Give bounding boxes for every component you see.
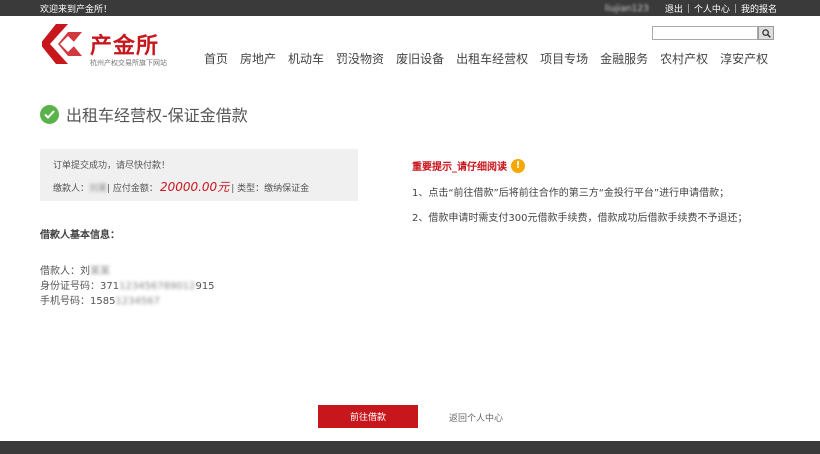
nav-item-projects[interactable]: 项目专场 bbox=[540, 50, 588, 67]
borrower-name-row: 借款人：刘某某 bbox=[40, 264, 215, 279]
user-center-link[interactable]: 个人中心 bbox=[694, 2, 730, 15]
important-notice: 重要提示_请仔细阅读 ! 1、点击“前往借款”后将前往合作的第三方“金投行平台”… bbox=[412, 158, 747, 224]
notice-heading: 重要提示_请仔细阅读 ! bbox=[412, 158, 747, 173]
nav-item-taxi-rights[interactable]: 出租车经营权 bbox=[456, 50, 528, 67]
search-button[interactable] bbox=[758, 26, 774, 40]
nav-item-finance[interactable]: 金融服务 bbox=[600, 50, 648, 67]
order-success-text: 订单提交成功，请尽快付款！ bbox=[53, 161, 171, 171]
payable-amount: 20000.00元 bbox=[159, 180, 230, 194]
notice-title: 重要提示_请仔细阅读 bbox=[412, 162, 507, 173]
welcome-text: 欢迎来到产金所！ bbox=[40, 5, 113, 15]
go-borrow-button[interactable]: 前往借款 bbox=[318, 405, 418, 428]
id-number-masked: 123456789012 bbox=[119, 281, 196, 292]
logout-link[interactable]: 退出 bbox=[665, 2, 683, 15]
user-links: liujian123 退出 | 个人中心 | 我的报名 bbox=[604, 2, 777, 16]
search-box bbox=[652, 26, 774, 40]
borrower-name-label: 借款人：刘 bbox=[40, 266, 90, 277]
order-detail: 缴款人： 刘某 | 应付金额： 20000.00元 | 类型：缴纳保证金 bbox=[53, 178, 309, 195]
page-title: 出租车经营权-保证金借款 bbox=[40, 102, 248, 126]
logo-name: 产金所 bbox=[90, 34, 160, 59]
id-number-tail: 915 bbox=[195, 281, 215, 292]
id-number-label: 身份证号码：371 bbox=[40, 281, 120, 292]
back-user-center-link[interactable]: 返回个人中心 bbox=[449, 411, 503, 424]
footer-bar bbox=[0, 441, 820, 454]
separator: | bbox=[733, 3, 737, 14]
phone-row: 手机号码：15851234567 bbox=[40, 294, 215, 309]
logo-mark-icon bbox=[42, 24, 82, 64]
borrower-info: 借款人：刘某某 身份证号码：371123456789012915 手机号码：15… bbox=[40, 264, 215, 309]
nav-item-chunan[interactable]: 淳安产权 bbox=[720, 50, 768, 67]
nav-item-vehicles[interactable]: 机动车 bbox=[288, 50, 324, 67]
nav-item-rural[interactable]: 农村产权 bbox=[660, 50, 708, 67]
payer-name: 刘某 bbox=[89, 184, 108, 194]
id-number-row: 身份证号码：371123456789012915 bbox=[40, 279, 215, 294]
header: 产金所 杭州产权交易所旗下网站 首页 房地产 机动车 罚没物资 废旧设备 出租车… bbox=[0, 16, 820, 78]
nav-item-home[interactable]: 首页 bbox=[204, 50, 228, 67]
nav-item-equipment[interactable]: 废旧设备 bbox=[396, 50, 444, 67]
nav-item-real-estate[interactable]: 房地产 bbox=[240, 50, 276, 67]
order-type: | 类型：缴纳保证金 bbox=[231, 184, 310, 194]
username: liujian123 bbox=[604, 3, 649, 14]
borrower-name-masked: 某某 bbox=[90, 266, 110, 277]
page-title-text: 出租车经营权-保证金借款 bbox=[66, 106, 248, 125]
phone-masked: 1234567 bbox=[115, 296, 160, 307]
separator: | bbox=[686, 3, 690, 14]
notice-item: 2、借款申请时需支付300元借款手续费，借款成功后借款手续费不予退还； bbox=[412, 213, 748, 224]
nav-item-confiscated[interactable]: 罚没物资 bbox=[336, 50, 384, 67]
borrower-section-title: 借款人基本信息： bbox=[40, 230, 120, 241]
order-summary: 订单提交成功，请尽快付款！ 缴款人： 刘某 | 应付金额： 20000.00元 … bbox=[40, 149, 358, 201]
site-logo[interactable]: 产金所 杭州产权交易所旗下网站 bbox=[42, 24, 182, 72]
search-input[interactable] bbox=[652, 26, 758, 40]
notice-item: 1、点击“前往借款”后将前往合作的第三方“金投行平台”进行申请借款； bbox=[412, 188, 730, 199]
search-icon bbox=[761, 28, 771, 38]
payer-label: 缴款人： bbox=[53, 184, 90, 194]
logo-subtitle: 杭州产权交易所旗下网站 bbox=[90, 59, 167, 67]
phone-label: 手机号码：1585 bbox=[40, 296, 116, 307]
main-nav: 首页 房地产 机动车 罚没物资 废旧设备 出租车经营权 项目专场 金融服务 农村… bbox=[198, 50, 774, 67]
exclamation-icon: ! bbox=[511, 158, 525, 173]
payable-label: | 应付金额： bbox=[107, 184, 158, 194]
my-signup-link[interactable]: 我的报名 bbox=[741, 2, 777, 15]
top-bar: 欢迎来到产金所！ liujian123 退出 | 个人中心 | 我的报名 bbox=[0, 0, 820, 16]
check-circle-icon bbox=[40, 104, 59, 124]
